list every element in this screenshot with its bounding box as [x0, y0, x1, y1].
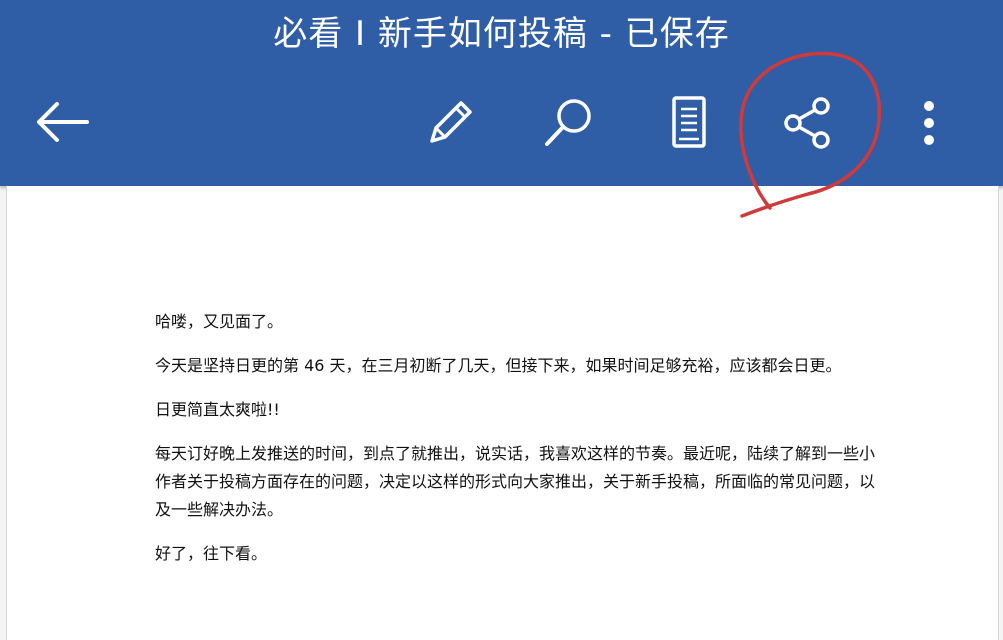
document-body: 哈喽，又见面了。 今天是坚持日更的第 46 天，在三月初断了几天，但接下来，如果… — [155, 308, 875, 584]
search-icon — [545, 99, 591, 146]
paragraph-2: 今天是坚持日更的第 46 天，在三月初断了几天，但接下来，如果时间足够充裕，应该… — [155, 356, 842, 375]
document-title: 必看 I 新手如何投稿 - 已保存 — [273, 14, 730, 54]
back-arrow-icon — [37, 102, 89, 142]
search-button[interactable] — [538, 92, 600, 152]
reading-view-button[interactable] — [662, 92, 716, 152]
paragraph-3: 日更简直太爽啦!! — [155, 400, 280, 419]
word-mobile-app: 必看 I 新手如何投稿 - 已保存 哈喽，又见面了。 今天是坚持日更的第 46 … — [0, 0, 1003, 640]
more-vertical-icon — [924, 101, 934, 145]
share-icon — [784, 97, 830, 149]
paragraph-5: 好了，往下看。 — [155, 544, 268, 563]
document-view-icon — [672, 96, 706, 148]
pencil-icon — [430, 101, 472, 143]
top-app-bar: 必看 I 新手如何投稿 - 已保存 — [0, 0, 1003, 186]
back-button[interactable] — [30, 94, 96, 150]
paragraph-1: 哈喽，又见面了。 — [155, 312, 284, 331]
document-page[interactable]: 哈喽，又见面了。 今天是坚持日更的第 46 天，在三月初断了几天，但接下来，如果… — [6, 186, 999, 640]
edit-button[interactable] — [418, 92, 480, 152]
share-button[interactable] — [778, 94, 838, 152]
more-options-button[interactable] — [906, 94, 952, 152]
paragraph-4: 每天订好晚上发推送的时间，到点了就推出，说实话，我喜欢这样的节奏。最近呢，陆续了… — [155, 444, 876, 519]
